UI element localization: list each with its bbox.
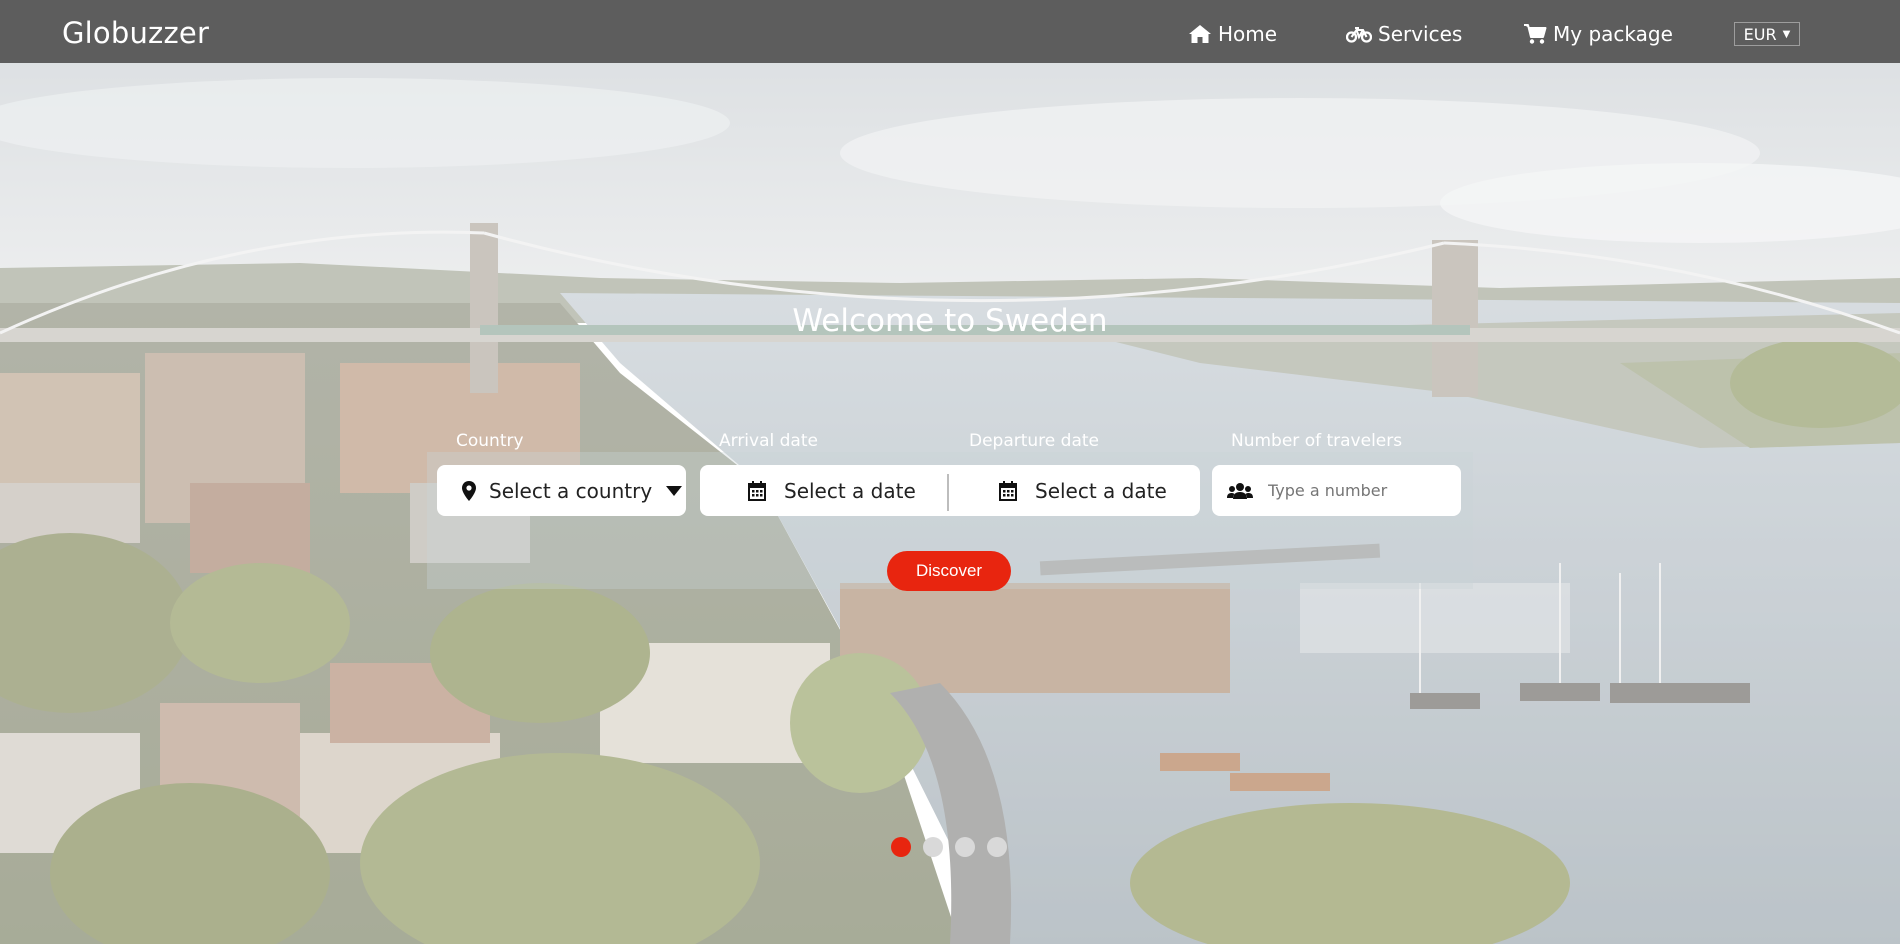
currency-value: EUR (1743, 24, 1777, 44)
bicycle-icon (1346, 26, 1372, 43)
nav-services[interactable]: Services (1346, 19, 1462, 49)
travelers-input[interactable] (1266, 480, 1455, 501)
caret-down-icon (666, 485, 683, 496)
country-select[interactable]: Select a country (437, 465, 686, 516)
carousel-dot-3[interactable] (955, 837, 975, 857)
carousel-dot-2[interactable] (923, 837, 943, 857)
departure-date-field[interactable]: Select a date (952, 465, 1200, 516)
hero-title: Welcome to Sweden (792, 303, 1108, 339)
top-navbar: Globuzzer Home Services My package EUR ▼ (0, 0, 1900, 63)
carousel-dot-4[interactable] (987, 837, 1007, 857)
carousel-dot-1[interactable] (891, 837, 911, 857)
departure-date-value: Select a date (1035, 478, 1167, 503)
arrival-date-value: Select a date (784, 478, 916, 503)
users-icon (1227, 482, 1253, 499)
arrival-date-field[interactable]: Select a date (700, 465, 946, 516)
calendar-icon (748, 480, 766, 501)
nav-home[interactable]: Home (1188, 19, 1277, 49)
country-label: Country (456, 431, 524, 451)
nav-home-label: Home (1218, 22, 1278, 46)
arrival-date-label: Arrival date (719, 431, 818, 451)
home-icon (1189, 25, 1211, 43)
carousel-dots (891, 837, 1007, 857)
date-divider (947, 474, 949, 511)
map-marker-icon (462, 480, 476, 501)
nav-services-label: Services (1378, 22, 1463, 46)
travelers-label: Number of travelers (1231, 431, 1403, 451)
brand-logo[interactable]: Globuzzer (62, 16, 209, 50)
date-range-picker: Select a date Select a date (700, 465, 1200, 516)
currency-select[interactable]: EUR ▼ (1734, 22, 1800, 46)
discover-button[interactable]: Discover (887, 551, 1011, 591)
travelers-field (1212, 465, 1461, 516)
caret-down-icon: ▼ (1782, 28, 1791, 40)
calendar-icon (999, 480, 1017, 501)
nav-my-package-label: My package (1553, 22, 1673, 46)
nav-my-package[interactable]: My package (1523, 19, 1673, 49)
cart-icon (1524, 24, 1547, 44)
departure-date-label: Departure date (969, 431, 1099, 451)
country-select-value: Select a country (489, 478, 653, 503)
